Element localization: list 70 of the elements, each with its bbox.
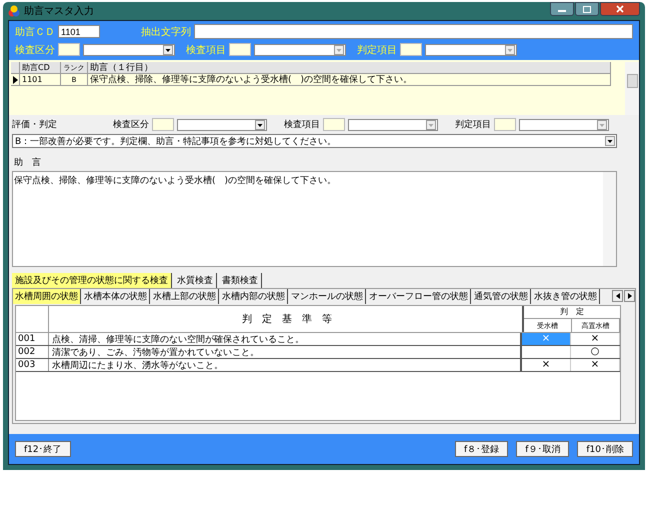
tab[interactable]: 施設及びその管理の状態に関する検査: [12, 273, 172, 288]
code-field[interactable]: [229, 43, 251, 56]
column-header: 助言CD: [20, 62, 61, 73]
table-cell: 1101: [20, 74, 61, 85]
close-icon: [616, 5, 624, 13]
tab[interactable]: 水槽周囲の状態: [13, 288, 81, 304]
scrollbar[interactable]: [603, 172, 616, 266]
app-icon: [8, 5, 20, 17]
window-title: 助言マスタ入力: [24, 4, 94, 18]
row-pointer-icon: [12, 76, 18, 84]
tab[interactable]: 通気管の状態: [472, 288, 531, 304]
minimize-button[interactable]: [550, 2, 574, 16]
right-arrow-icon: [628, 293, 632, 299]
tab[interactable]: 水抜き管の状態: [532, 288, 600, 304]
table-cell: 001: [16, 333, 49, 345]
advice-cd-field[interactable]: 1101: [58, 25, 100, 38]
judgement-cell[interactable]: ×: [522, 359, 571, 371]
tab[interactable]: 水槽内部の状態: [220, 288, 288, 304]
tab[interactable]: 水槽本体の状態: [82, 288, 150, 304]
scroll-left-button[interactable]: [612, 290, 623, 302]
table-cell: 清潔であり、ごみ、汚物等が置かれていないこと。: [49, 346, 522, 358]
judgement-dropdown[interactable]: B：一部改善が必要です。判定欄、助言・特記事項を参考に対処してください。: [12, 134, 617, 148]
judgement-cell[interactable]: ×: [571, 359, 620, 371]
tab[interactable]: 水質検査: [174, 273, 217, 288]
dropdown[interactable]: [83, 44, 175, 56]
table-cell: 保守点検、掃除、修理等に支障のないよう受水槽( )の空間を確保して下さい。: [88, 74, 611, 85]
scroll-right-button[interactable]: [624, 290, 635, 302]
close-button[interactable]: [600, 2, 640, 16]
tab[interactable]: 書類検査: [219, 273, 262, 288]
code-field[interactable]: [494, 118, 516, 131]
exit-button[interactable]: f12･終了: [15, 441, 71, 457]
tab[interactable]: オーバーフロー管の状態: [367, 288, 471, 304]
field-label: 助言ＣＤ: [15, 26, 55, 38]
field-label: 検査項目: [186, 44, 226, 56]
field-label: 判定項目: [357, 44, 397, 56]
extract-text-field[interactable]: [194, 24, 633, 39]
judgement-cell[interactable]: ○: [571, 346, 620, 358]
code-field[interactable]: [323, 118, 345, 131]
code-field[interactable]: [400, 43, 422, 56]
code-field[interactable]: [152, 118, 174, 131]
table-cell: 002: [16, 346, 49, 358]
tab[interactable]: マンホールの状態: [289, 288, 366, 304]
dropdown[interactable]: [254, 44, 346, 56]
dropdown[interactable]: [425, 44, 517, 56]
function-button[interactable]: f８･登録: [455, 441, 508, 457]
dropdown[interactable]: [519, 118, 609, 130]
field-label: 検査項目: [284, 118, 320, 131]
function-button[interactable]: f９･取消: [516, 441, 570, 457]
maximize-icon: [583, 6, 591, 12]
field-label: 抽出文字列: [141, 26, 191, 38]
field-label: 検査区分: [113, 118, 149, 131]
caret-icon: [605, 136, 615, 146]
maximize-button[interactable]: [575, 2, 599, 16]
scrollbar[interactable]: [625, 62, 639, 115]
column-header: 判 定 基 準 等: [49, 306, 524, 332]
dropdown[interactable]: [177, 118, 267, 130]
field-label: 判定項目: [455, 118, 491, 131]
field-label: 検査区分: [15, 44, 55, 56]
table-cell: 003: [16, 359, 49, 371]
code-field[interactable]: [58, 43, 80, 56]
section-label: 助 言: [13, 156, 42, 170]
dropdown[interactable]: [348, 118, 438, 130]
tab[interactable]: 水槽上部の状態: [151, 288, 219, 304]
section-label: 評価・判定: [12, 118, 58, 131]
left-arrow-icon: [616, 293, 620, 299]
column-header: 判 定: [524, 306, 620, 319]
judgement-cell[interactable]: ×: [571, 333, 620, 345]
function-button[interactable]: f10･削除: [577, 441, 633, 457]
column-header: 助言（１行目）: [88, 62, 611, 73]
table-cell: 水槽周辺にたまり水、湧水等がないこと。: [49, 359, 522, 371]
